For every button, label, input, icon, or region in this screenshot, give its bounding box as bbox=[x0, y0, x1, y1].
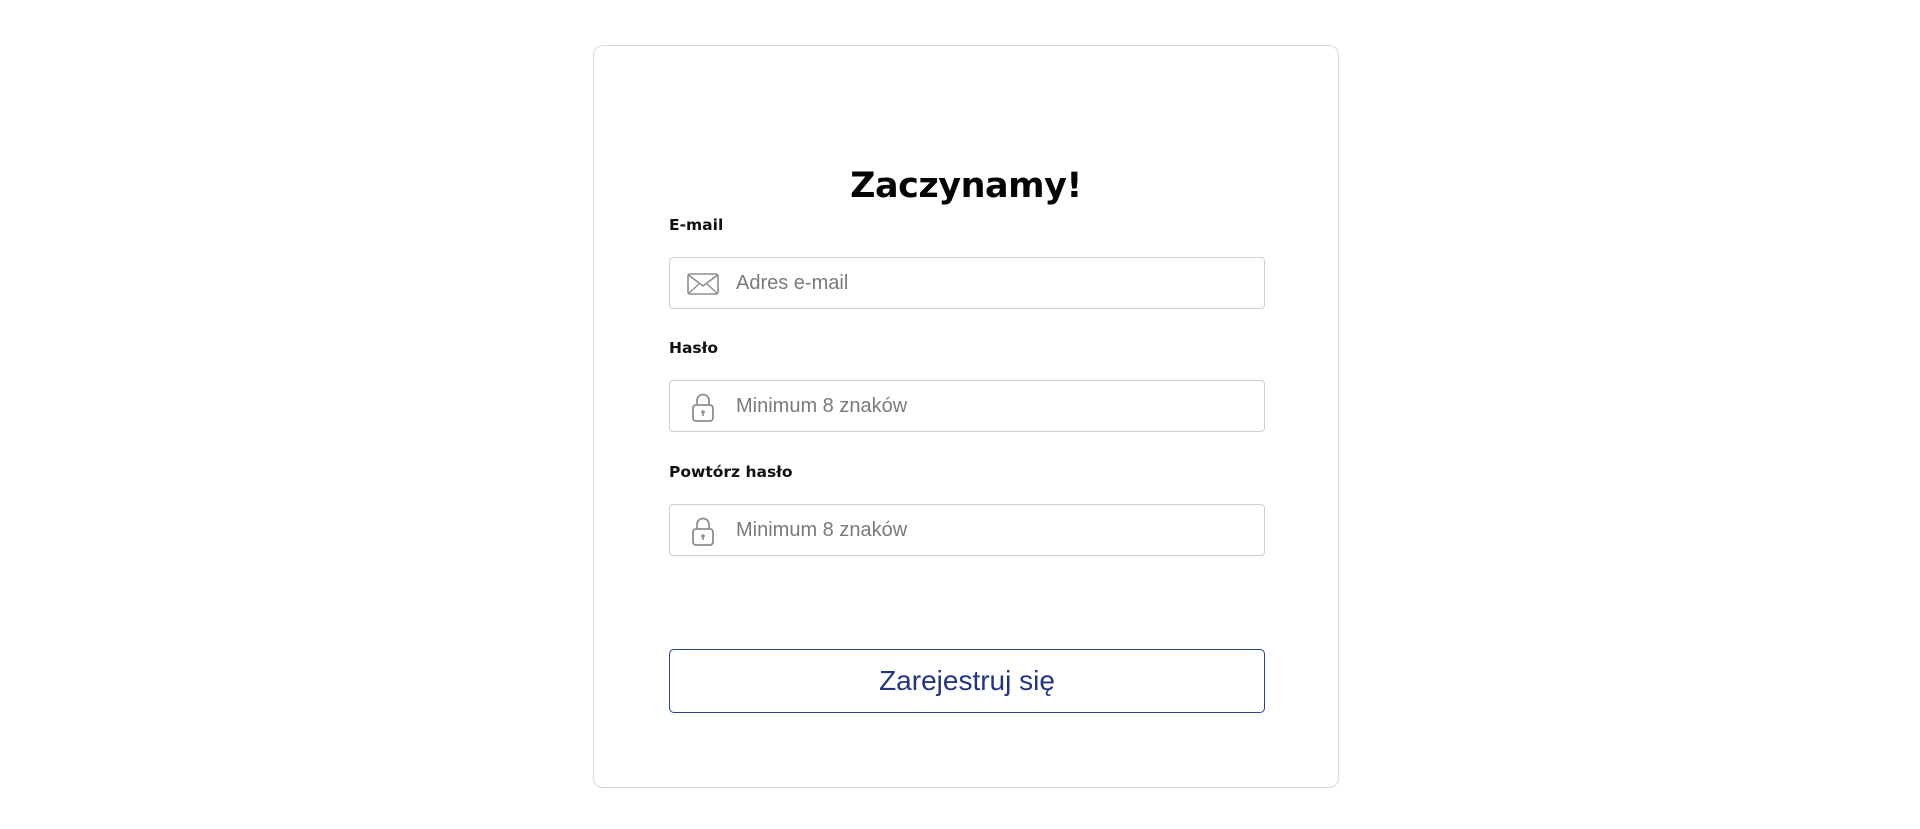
lock-icon bbox=[686, 517, 720, 546]
register-button[interactable]: Zarejestruj się bbox=[669, 649, 1265, 713]
envelope-icon bbox=[686, 271, 720, 297]
page-title: Zaczynamy! bbox=[850, 166, 1082, 206]
repeat-password-label: Powtórz hasło bbox=[669, 463, 793, 481]
password-label: Hasło bbox=[669, 339, 719, 357]
registration-card: Zaczynamy! E-mail Hasło bbox=[593, 45, 1339, 788]
email-field-group: E-mail bbox=[669, 214, 1265, 309]
email-input[interactable] bbox=[736, 258, 1256, 308]
email-label: E-mail bbox=[669, 216, 724, 234]
repeat-password-input[interactable] bbox=[736, 505, 1256, 555]
password-field-group: Hasło bbox=[669, 337, 1265, 432]
password-input[interactable] bbox=[736, 381, 1256, 431]
repeat-password-field-group: Powtórz hasło bbox=[669, 461, 1265, 556]
email-input-box[interactable] bbox=[669, 257, 1265, 309]
password-input-box[interactable] bbox=[669, 380, 1265, 432]
page: Zaczynamy! E-mail Hasło bbox=[0, 0, 1920, 829]
lock-icon bbox=[686, 393, 720, 422]
repeat-password-input-box[interactable] bbox=[669, 504, 1265, 556]
